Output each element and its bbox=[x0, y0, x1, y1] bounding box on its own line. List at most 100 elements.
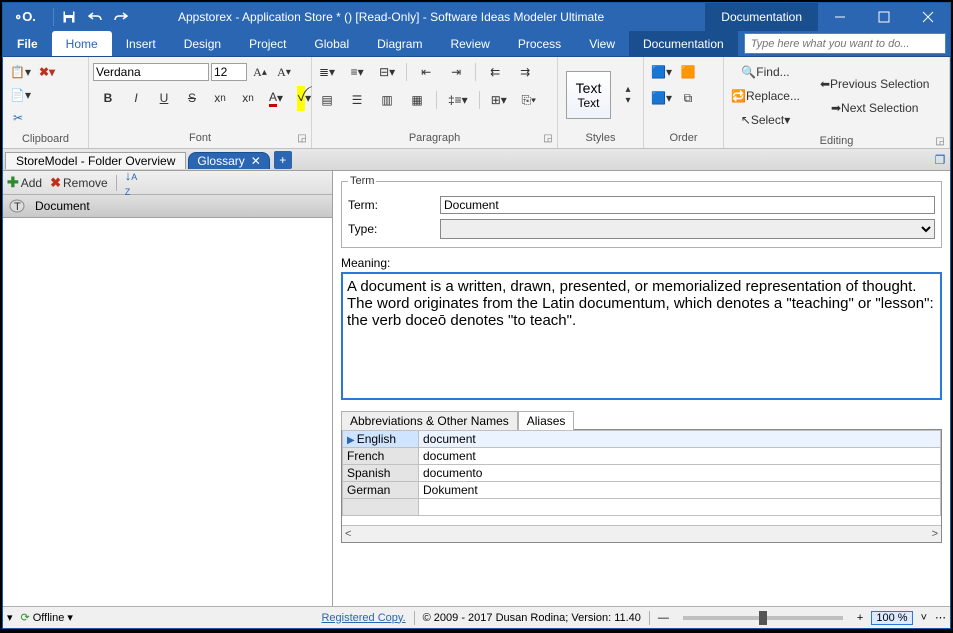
grow-font-button[interactable]: A▴ bbox=[249, 61, 271, 83]
shrink-font-button[interactable]: A▾ bbox=[273, 61, 295, 83]
bold-button[interactable]: B bbox=[97, 87, 119, 109]
alias-lang-cell[interactable]: French bbox=[343, 448, 419, 465]
align-left-button[interactable]: ▤ bbox=[316, 89, 338, 111]
sort-button[interactable]: ↓AZ bbox=[125, 168, 138, 198]
alias-row[interactable]: Spanishdocumento bbox=[343, 465, 941, 482]
alias-value-cell[interactable]: document bbox=[419, 431, 941, 448]
zoom-dropdown[interactable]: ˅ bbox=[921, 612, 927, 624]
tab-documentation[interactable]: Documentation bbox=[629, 31, 738, 56]
doc-tab-store-model[interactable]: StoreModel - Folder Overview bbox=[5, 152, 186, 169]
new-tab-button[interactable]: + bbox=[274, 151, 292, 169]
font-family-combo[interactable] bbox=[93, 63, 209, 81]
send-backward-button[interactable]: 🟦▾ bbox=[648, 87, 675, 109]
maximize-button[interactable] bbox=[862, 3, 906, 31]
align-center-button[interactable]: ☰ bbox=[346, 89, 368, 111]
redo-icon[interactable] bbox=[110, 7, 132, 27]
save-icon[interactable] bbox=[58, 7, 80, 27]
alias-row[interactable]: Englishdocument bbox=[343, 431, 941, 448]
tab-design[interactable]: Design bbox=[170, 31, 235, 56]
term-list-item[interactable]: T Document bbox=[3, 195, 332, 218]
underline-button[interactable]: U bbox=[153, 87, 175, 109]
close-button[interactable] bbox=[906, 3, 950, 31]
scroll-right-icon[interactable]: > bbox=[932, 528, 938, 540]
add-term-button[interactable]: ✚Add bbox=[7, 174, 42, 191]
scroll-left-icon[interactable]: < bbox=[345, 528, 351, 540]
alias-lang-cell[interactable]: German bbox=[343, 482, 419, 499]
alias-value-cell[interactable]: Dokument bbox=[419, 482, 941, 499]
status-menu-button[interactable]: ▾ bbox=[7, 611, 13, 624]
close-tab-icon[interactable]: ✕ bbox=[251, 154, 261, 168]
numbering-button[interactable]: ≡▾ bbox=[346, 61, 368, 83]
tab-file[interactable]: File bbox=[3, 31, 52, 56]
tab-global[interactable]: Global bbox=[300, 31, 363, 56]
multilevel-button[interactable]: ⊟▾ bbox=[376, 61, 398, 83]
contextual-tab-documentation[interactable]: Documentation bbox=[705, 3, 818, 31]
font-color-button[interactable]: A▾ bbox=[265, 87, 287, 109]
zoom-slider[interactable] bbox=[683, 616, 843, 620]
undo-icon[interactable] bbox=[84, 7, 106, 27]
editing-dialog-launcher[interactable]: ◲ bbox=[934, 136, 946, 148]
tab-view[interactable]: View bbox=[575, 31, 629, 56]
group-button[interactable]: ⧉ bbox=[677, 87, 699, 109]
table-button[interactable]: ⊞▾ bbox=[488, 89, 510, 111]
status-overflow[interactable]: ⋯ bbox=[935, 611, 946, 624]
registered-link[interactable]: Registered Copy. bbox=[321, 612, 405, 624]
font-dialog-launcher[interactable]: ◲ bbox=[296, 133, 308, 145]
meaning-textarea[interactable]: A document is a written, drawn, presente… bbox=[341, 272, 942, 400]
delete-button[interactable]: ✖▾ bbox=[36, 61, 58, 83]
alias-lang-cell[interactable]: Spanish bbox=[343, 465, 419, 482]
alias-table[interactable]: EnglishdocumentFrenchdocumentSpanishdocu… bbox=[342, 430, 941, 516]
style-text-card[interactable]: Text Text bbox=[566, 71, 611, 119]
page-break-button[interactable]: ⎘▾ bbox=[518, 89, 540, 111]
strike-button[interactable]: S bbox=[181, 87, 203, 109]
copy-button[interactable]: 📄▾ bbox=[7, 84, 34, 106]
outdent-all-button[interactable]: ⇇ bbox=[484, 61, 506, 83]
zoom-out-button[interactable]: — bbox=[658, 612, 669, 624]
previous-selection-button[interactable]: ⬅ Previous Selection bbox=[817, 73, 932, 95]
doc-tab-glossary[interactable]: Glossary✕ bbox=[188, 152, 269, 169]
indent-all-button[interactable]: ⇉ bbox=[514, 61, 536, 83]
tab-home[interactable]: Home bbox=[52, 31, 112, 56]
next-selection-button[interactable]: ➡ Next Selection bbox=[817, 97, 932, 119]
term-input[interactable] bbox=[440, 196, 935, 214]
tabs-overflow-button[interactable]: ❐ bbox=[930, 153, 950, 167]
alias-scrollbar[interactable]: <> bbox=[342, 525, 941, 542]
line-spacing-button[interactable]: ‡≡▾ bbox=[445, 89, 471, 111]
select-button[interactable]: ↖ Select ▾ bbox=[728, 109, 803, 131]
alias-lang-cell[interactable]: English bbox=[343, 431, 419, 448]
tab-insert[interactable]: Insert bbox=[112, 31, 170, 56]
italic-button[interactable]: I bbox=[125, 87, 147, 109]
superscript-button[interactable]: xn bbox=[237, 87, 259, 109]
replace-button[interactable]: 🔁 Replace... bbox=[728, 85, 803, 107]
remove-term-button[interactable]: ✖Remove bbox=[50, 175, 108, 191]
subscript-button[interactable]: xn bbox=[209, 87, 231, 109]
alias-row[interactable]: GermanDokument bbox=[343, 482, 941, 499]
font-size-combo[interactable] bbox=[211, 63, 247, 81]
alias-value-cell[interactable]: document bbox=[419, 448, 941, 465]
alias-value-cell[interactable]: documento bbox=[419, 465, 941, 482]
tab-project[interactable]: Project bbox=[235, 31, 300, 56]
tab-process[interactable]: Process bbox=[504, 31, 575, 56]
alias-row[interactable]: Frenchdocument bbox=[343, 448, 941, 465]
type-select[interactable] bbox=[440, 219, 935, 239]
term-list[interactable]: T Document bbox=[3, 195, 332, 606]
increase-indent-button[interactable]: ⇥ bbox=[445, 61, 467, 83]
offline-status[interactable]: ⟳Offline ▾ bbox=[21, 611, 73, 624]
paste-button[interactable]: 📋▾ bbox=[7, 61, 34, 83]
decrease-indent-button[interactable]: ⇤ bbox=[415, 61, 437, 83]
tab-aliases[interactable]: Aliases bbox=[518, 411, 575, 430]
styles-more-button[interactable]: ▴▾ bbox=[617, 84, 639, 106]
cut-button[interactable]: ✂ bbox=[7, 107, 29, 129]
zoom-in-button[interactable]: + bbox=[857, 612, 863, 624]
tab-diagram[interactable]: Diagram bbox=[363, 31, 436, 56]
find-button[interactable]: 🔍 Find... bbox=[728, 61, 803, 83]
tell-me-search[interactable] bbox=[744, 33, 946, 54]
minimize-button[interactable] bbox=[818, 3, 862, 31]
bring-front-button[interactable]: 🟧 bbox=[677, 61, 699, 83]
tab-abbreviations[interactable]: Abbreviations & Other Names bbox=[341, 411, 518, 430]
tab-review[interactable]: Review bbox=[436, 31, 503, 56]
alias-row-empty[interactable] bbox=[343, 499, 941, 516]
zoom-value[interactable]: 100 % bbox=[871, 611, 912, 625]
align-right-button[interactable]: ▥ bbox=[376, 89, 398, 111]
paragraph-dialog-launcher[interactable]: ◲ bbox=[542, 133, 554, 145]
